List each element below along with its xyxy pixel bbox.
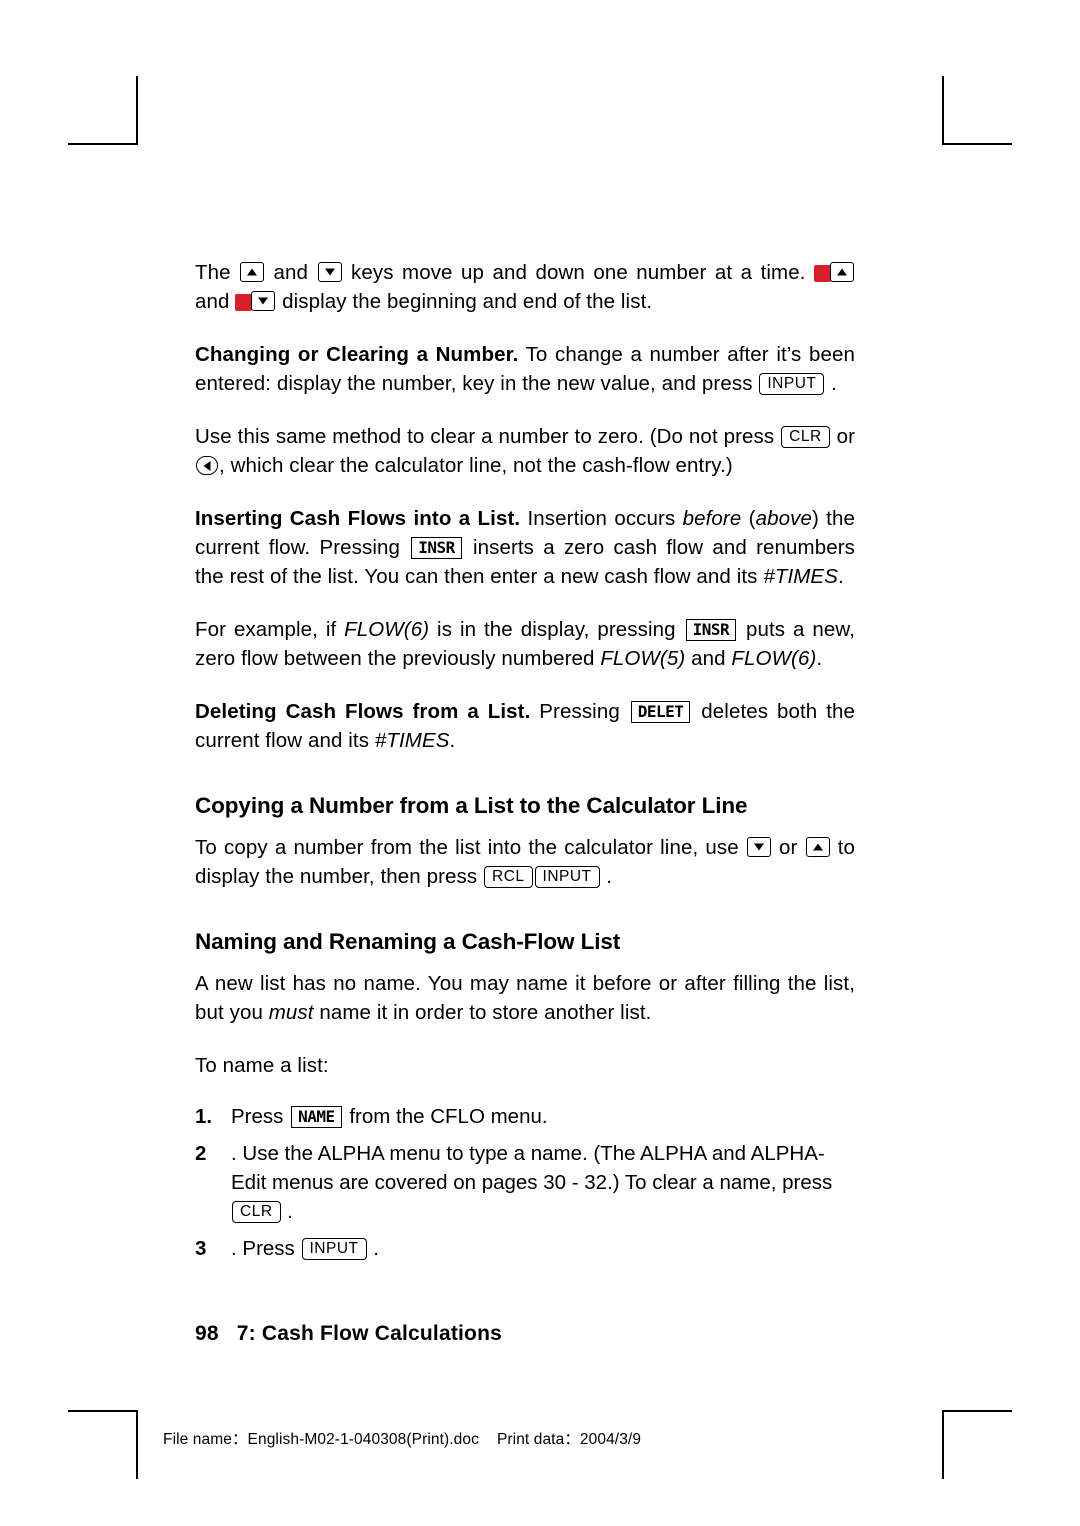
paragraph-deleting-cash-flows: Deleting Cash Flows from a List. Pressin…	[195, 697, 855, 755]
delet-softkey-label: DELET	[630, 701, 691, 723]
page-content: The and keys move up and down one number…	[195, 258, 855, 1271]
rcl-key-label: RCL	[484, 866, 533, 888]
naming-steps-list: 1. Press NAME from the CFLO menu. 2 . Use …	[195, 1102, 855, 1263]
shift-key-icon	[235, 294, 253, 311]
text-run: is in the display, pressing	[429, 618, 684, 641]
paragraph-arrow-keys: The and keys move up and down one number…	[195, 258, 855, 316]
print-date-label: Print data：2004/3/9	[496, 1431, 642, 1448]
text-run: For example, if	[195, 618, 345, 641]
step-number: 2	[195, 1142, 207, 1165]
paragraph-clear-to-zero: Use this same method to clear a number t…	[195, 422, 855, 480]
text-run: To copy a number from the list into the …	[195, 836, 746, 859]
up-arrow-key-icon	[240, 262, 265, 282]
crop-mark-top-right-horizontal	[942, 143, 1012, 145]
input-key-label: INPUT	[759, 373, 825, 395]
text-run: or	[830, 425, 855, 448]
clr-key-label: CLR	[232, 1201, 281, 1223]
paragraph-inserting-cash-flows: Inserting Cash Flows into a List. Insert…	[195, 504, 855, 591]
text-run: keys move up and down one number at a ti…	[342, 261, 806, 284]
text-run: .	[600, 865, 613, 888]
run-in-heading: Deleting Cash Flows from a List.	[195, 700, 531, 723]
run-in-heading: Inserting Cash Flows into a List.	[195, 507, 521, 530]
page-number: 98	[195, 1322, 219, 1345]
crop-mark-top-right-vertical	[942, 76, 944, 145]
text-run: name it in order to store another list.	[313, 1001, 652, 1024]
crop-mark-bottom-right-vertical	[942, 1410, 944, 1479]
list-item: 1. Press NAME from the CFLO menu.	[195, 1102, 855, 1131]
down-arrow-key-icon	[251, 291, 276, 311]
emphasis-text: FLOW(6)	[731, 647, 817, 670]
text-run: . Use the ALPHA menu to type a name. (Th…	[231, 1142, 833, 1194]
shift-key-icon	[814, 265, 831, 282]
text-run: Use this same method to clear a number t…	[195, 425, 781, 448]
emphasis-text: must	[268, 1001, 314, 1024]
text-run: .	[825, 372, 837, 395]
text-run: (	[741, 507, 756, 530]
text-run: Press	[231, 1105, 290, 1128]
text-run: .	[367, 1237, 379, 1260]
up-arrow-key-icon	[830, 262, 854, 282]
emphasis-text: #TIMES	[763, 565, 838, 588]
step-number: 1.	[195, 1105, 213, 1128]
input-key-label: INPUT	[301, 1238, 367, 1260]
text-run: display the beginning and end of the lis…	[276, 290, 653, 313]
crop-mark-bottom-left-horizontal	[68, 1410, 138, 1412]
emphasis-text: above	[755, 507, 812, 530]
crop-mark-top-left-vertical	[136, 76, 138, 145]
paragraph-to-name-a-list: To name a list:	[195, 1054, 329, 1077]
shift-up-arrow-combo	[814, 258, 855, 287]
down-arrow-key-icon	[746, 837, 771, 857]
text-run: Insertion occurs	[520, 507, 683, 530]
paragraph-changing-clearing: Changing or Clearing a Number. To change…	[195, 340, 855, 398]
input-key-label: INPUT	[534, 866, 600, 888]
section-heading-copying: Copying a Number from a List to the Calc…	[195, 793, 748, 818]
paragraph-copying-instructions: To copy a number from the list into the …	[195, 833, 855, 891]
emphasis-text: before	[682, 507, 742, 530]
text-run: The	[195, 261, 240, 284]
emphasis-text: #TIMES	[374, 729, 450, 752]
up-arrow-key-icon	[805, 837, 830, 857]
file-name-label: File name：English-M02-1-040308(Print).do…	[163, 1431, 479, 1448]
list-item: 3 . Press INPUT .	[195, 1234, 855, 1263]
text-run: and	[685, 647, 732, 670]
paragraph-insert-example: For example, if FLOW(6) is in the displa…	[195, 615, 855, 673]
run-in-heading: Changing or Clearing a Number.	[195, 343, 519, 366]
clr-key-label: CLR	[781, 426, 830, 448]
crop-mark-bottom-left-vertical	[136, 1410, 138, 1479]
down-arrow-key-icon	[317, 262, 342, 282]
text-run: .	[816, 647, 823, 670]
text-run: and	[265, 261, 317, 284]
text-run: . Press	[231, 1237, 301, 1260]
text-run: .	[837, 565, 844, 588]
backspace-key-icon	[196, 456, 218, 475]
text-run: .	[449, 729, 456, 752]
page-footer: 98 7: Cash Flow Calculations	[195, 1322, 502, 1346]
shift-down-arrow-combo	[235, 287, 276, 316]
text-run: from the CFLO menu.	[343, 1105, 548, 1128]
paragraph-new-list-name: A new list has no name. You may name it …	[195, 969, 855, 1027]
emphasis-text: FLOW(5)	[600, 647, 686, 670]
text-run: or	[771, 836, 805, 859]
text-run: , which clear the calculator line, not t…	[219, 454, 733, 477]
section-heading-naming: Naming and Renaming a Cash-Flow List	[195, 929, 621, 954]
list-item: 2 . Use the ALPHA menu to type a name. (T…	[195, 1139, 855, 1226]
crop-mark-bottom-right-horizontal	[942, 1410, 1012, 1412]
text-run: and	[195, 290, 236, 313]
text-run: Pressing	[530, 700, 629, 723]
name-softkey-label: NAME	[291, 1106, 342, 1128]
text-run: .	[281, 1200, 293, 1223]
crop-mark-top-left-horizontal	[68, 143, 138, 145]
insr-softkey-label: INSR	[685, 619, 737, 641]
insr-softkey-label: INSR	[411, 537, 462, 559]
step-number: 3	[195, 1237, 207, 1260]
print-info-line: File name：English-M02-1-040308(Print).do…	[163, 1427, 641, 1449]
chapter-title: 7: Cash Flow Calculations	[236, 1322, 502, 1345]
emphasis-text: FLOW(6)	[344, 618, 430, 641]
